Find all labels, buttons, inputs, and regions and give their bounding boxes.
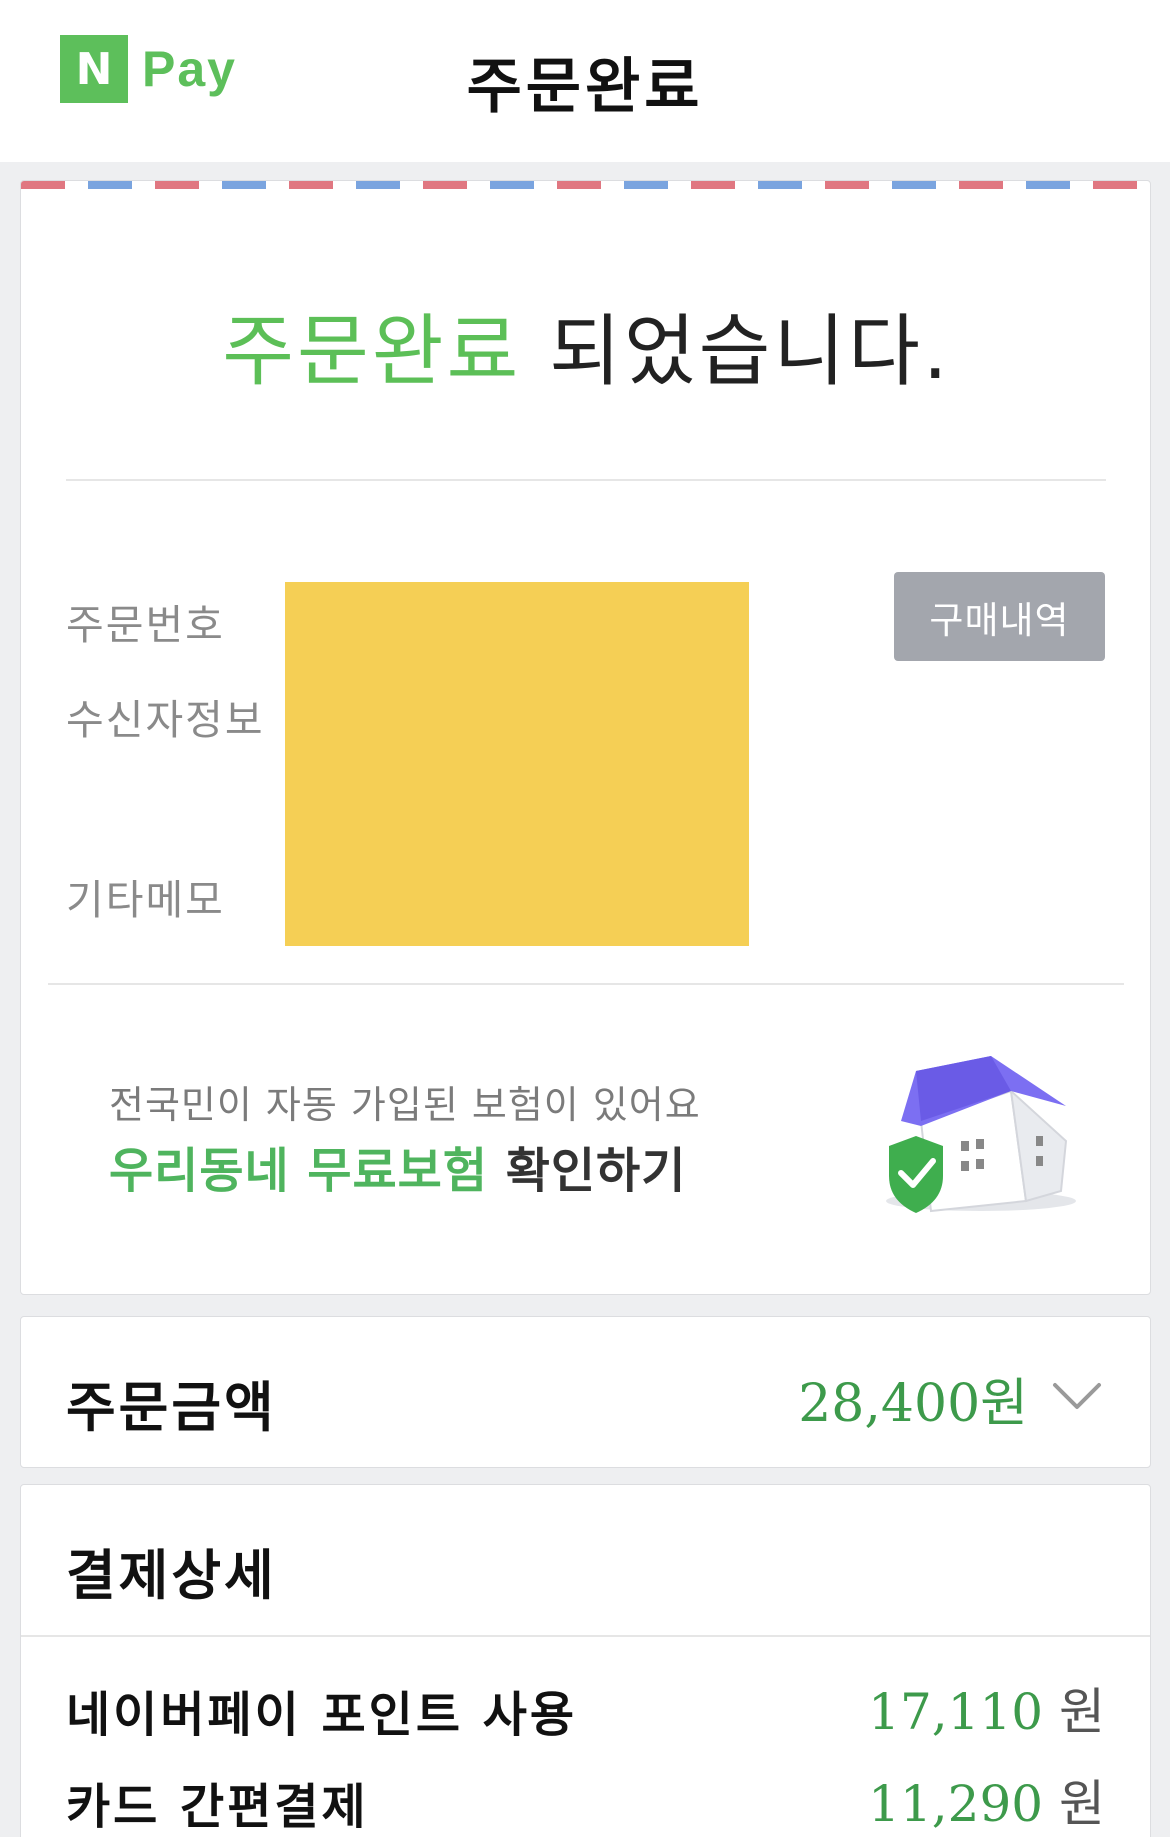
payment-detail-title: 결제상세 [66,1544,277,1607]
house-shield-icon [886,1056,1076,1213]
payment-row-amount: 17,110 원 [868,1672,1105,1744]
order-amount-value: 28,400원 [798,1374,1028,1434]
payment-row-value: 17,110 [868,1683,1044,1741]
chevron-down-icon[interactable] [1052,1377,1102,1413]
payment-row-value: 11,290 [868,1775,1044,1833]
completion-heading: 주문완료 되었습니다. [21,289,1150,401]
insurance-action: 확인하기 [488,1143,687,1199]
completion-heading-highlight: 주문완료 [222,307,522,397]
purchase-history-button[interactable]: 구매내역 [894,572,1105,661]
payment-row-label: 카드 간편결제 [66,1779,369,1835]
divider [21,1635,1150,1637]
insurance-subtitle: 전국민이 자동 가입된 보험이 있어요 [109,1083,701,1127]
completion-heading-rest: 되었습니다. [521,307,951,397]
airmail-border [21,181,1150,189]
recipient-info-label: 수신자정보 [66,696,265,744]
payment-detail-card: 결제상세 네이버페이 포인트 사용 17,110 원 카드 간편결제 11,29… [20,1484,1151,1837]
insurance-link[interactable]: 우리동네 무료보험 확인하기 [109,1131,686,1201]
memo-label: 기타메모 [66,876,225,924]
insurance-highlight: 우리동네 무료보험 [109,1143,488,1199]
payment-row-amount: 11,290 원 [868,1764,1105,1836]
order-complete-page: N Pay 주문완료 주문완료 되었습니다. 주문번호 수신자정보 기타메모 구… [0,0,1170,1837]
order-amount-label: 주문금액 [66,1376,277,1439]
order-amount-row[interactable]: 주문금액 28,400원 [20,1316,1151,1468]
redacted-info-block [285,582,749,946]
order-confirmation-card: 주문완료 되었습니다. 주문번호 수신자정보 기타메모 구매내역 전국민이 자동… [20,180,1151,1295]
divider [66,479,1106,481]
header: N Pay 주문완료 [0,0,1170,162]
divider [48,983,1124,985]
currency-unit: 원 [1059,1775,1105,1833]
payment-row-label: 네이버페이 포인트 사용 [66,1687,578,1743]
page-title: 주문완료 [466,52,704,122]
order-number-label: 주문번호 [66,601,225,649]
currency-unit: 원 [1059,1683,1105,1741]
